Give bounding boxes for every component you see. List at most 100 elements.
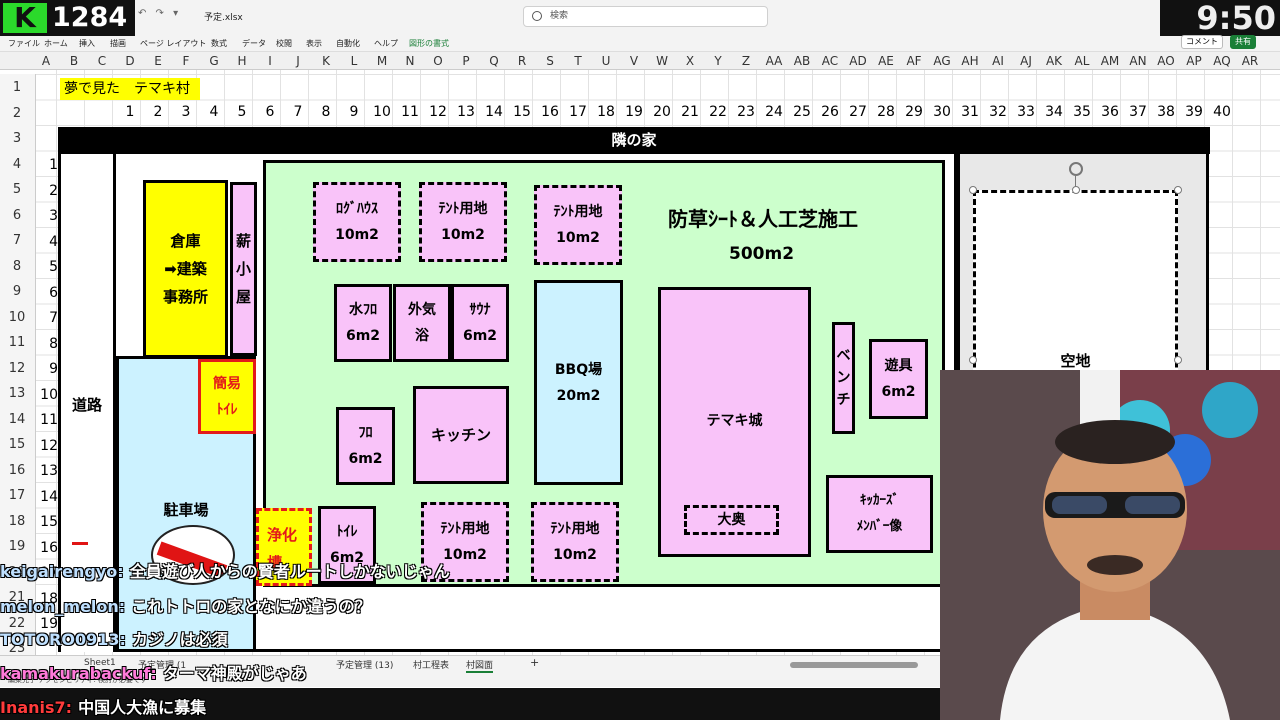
tab-data[interactable]: データ [242,38,266,49]
bath[interactable]: ﾌﾛ 6m2 [336,407,395,485]
column-header[interactable]: AQ [1208,52,1236,70]
row-header[interactable]: 12 [0,361,34,376]
sheet-title-cell[interactable]: 夢で見た テマキ村 [60,78,200,100]
search-box[interactable]: 検索 [523,6,768,27]
column-header[interactable]: AC [816,52,844,70]
column-header[interactable]: AP [1180,52,1208,70]
file-name[interactable]: 予定.xlsx [204,10,243,23]
tab-home[interactable]: ホーム [44,38,68,49]
column-header[interactable]: L [340,52,368,70]
comment-button[interactable]: コメント [1181,35,1223,49]
tab-insert[interactable]: 挿入 [79,38,95,49]
tab-draw[interactable]: 描画 [110,38,126,49]
column-header[interactable]: C [88,52,116,70]
row-header[interactable]: 5 [0,182,34,197]
column-header[interactable]: AR [1236,52,1264,70]
column-header[interactable]: O [424,52,452,70]
tab-page-layout[interactable]: ページ レイアウト [140,38,206,49]
column-header[interactable]: AN [1124,52,1152,70]
column-header[interactable]: W [648,52,676,70]
row-header[interactable]: 8 [0,259,34,274]
column-header[interactable]: F [172,52,200,70]
resize-handle[interactable] [969,356,977,364]
members-statue[interactable]: ｷｯｶｰｽﾞ ﾒﾝﾊﾞｰ像 [826,475,933,553]
tent-site-2[interactable]: ﾃﾝﾄ用地 10m2 [534,185,622,265]
log-house[interactable]: ﾛｸﾞﾊｳｽ 10m2 [313,182,401,262]
resize-handle[interactable] [1174,186,1182,194]
row-header[interactable]: 13 [0,386,34,401]
tab-file[interactable]: ファイル [8,38,40,49]
tab-help[interactable]: ヘルプ [374,38,398,49]
column-header[interactable]: B [60,52,88,70]
tab-review[interactable]: 校閲 [276,38,292,49]
column-header[interactable]: AE [872,52,900,70]
bench[interactable]: ベ ン チ [832,322,855,434]
column-header[interactable]: AB [788,52,816,70]
column-header[interactable]: Y [704,52,732,70]
row-header[interactable]: 19 [0,539,34,554]
column-header[interactable]: V [620,52,648,70]
kitchen[interactable]: キッチン [413,386,509,484]
row-header[interactable]: 14 [0,412,34,427]
tent-site-1[interactable]: ﾃﾝﾄ用地 10m2 [419,182,507,262]
row-header[interactable]: 11 [0,335,34,350]
column-header[interactable]: AI [984,52,1012,70]
cold-bath[interactable]: 水ﾌﾛ 6m2 [334,284,392,362]
warehouse-office[interactable]: 倉庫 ➡建築 事務所 [143,180,228,358]
sauna[interactable]: ｻｳﾅ 6m2 [451,284,509,362]
column-header[interactable]: D [116,52,144,70]
column-header[interactable]: T [564,52,592,70]
row-header[interactable]: 10 [0,310,34,325]
column-header[interactable]: Z [732,52,760,70]
share-button[interactable]: 共有 [1230,35,1256,49]
column-header[interactable]: AG [928,52,956,70]
column-header[interactable]: N [396,52,424,70]
column-header[interactable]: A [32,52,60,70]
rotate-handle-icon[interactable] [1069,162,1083,176]
column-header[interactable]: AL [1068,52,1096,70]
playground[interactable]: 遊具 6m2 [869,339,928,419]
resize-handle[interactable] [969,186,977,194]
column-header[interactable]: I [256,52,284,70]
row-header[interactable]: 4 [0,157,34,172]
undo-redo-icons[interactable]: ↶ ↷ ▾ [138,8,181,19]
column-header[interactable]: AJ [1012,52,1040,70]
column-header[interactable]: AO [1152,52,1180,70]
row-header[interactable]: 2 [0,106,34,121]
neighbor-house-banner[interactable]: 隣の家 [58,127,1210,154]
row-header[interactable]: 16 [0,463,34,478]
column-header[interactable]: AH [956,52,984,70]
ooku[interactable]: 大奥 [684,505,779,535]
tab-shape-format[interactable]: 図形の書式 [409,38,449,49]
resize-handle[interactable] [1174,356,1182,364]
column-header[interactable]: E [144,52,172,70]
row-header[interactable]: 18 [0,514,34,529]
tab-formulas[interactable]: 数式 [211,38,227,49]
column-header[interactable]: K [312,52,340,70]
simple-toilet[interactable]: 簡易 ﾄｲﾚ [198,359,256,434]
column-header[interactable]: U [592,52,620,70]
row-header[interactable]: 15 [0,437,34,452]
resize-handle[interactable] [1072,186,1080,194]
horizontal-scrollbar[interactable] [790,662,918,668]
column-header[interactable]: AD [844,52,872,70]
row-header[interactable]: 6 [0,208,34,223]
tab-automate[interactable]: 自動化 [336,38,360,49]
column-header[interactable]: S [536,52,564,70]
outdoor-bath[interactable]: 外気 浴 [393,284,451,362]
column-header[interactable]: Q [480,52,508,70]
bbq-area[interactable]: BBQ場 20m2 [534,280,623,485]
row-header[interactable]: 17 [0,488,34,503]
column-header[interactable]: H [228,52,256,70]
column-header[interactable]: AK [1040,52,1068,70]
column-header[interactable]: M [368,52,396,70]
column-header[interactable]: J [284,52,312,70]
column-header[interactable]: P [452,52,480,70]
column-header[interactable]: R [508,52,536,70]
row-header[interactable]: 9 [0,284,34,299]
column-header[interactable]: AA [760,52,788,70]
column-header[interactable]: X [676,52,704,70]
tab-view[interactable]: 表示 [306,38,322,49]
firewood-shed[interactable]: 薪 小 屋 [230,182,257,356]
column-header[interactable]: G [200,52,228,70]
